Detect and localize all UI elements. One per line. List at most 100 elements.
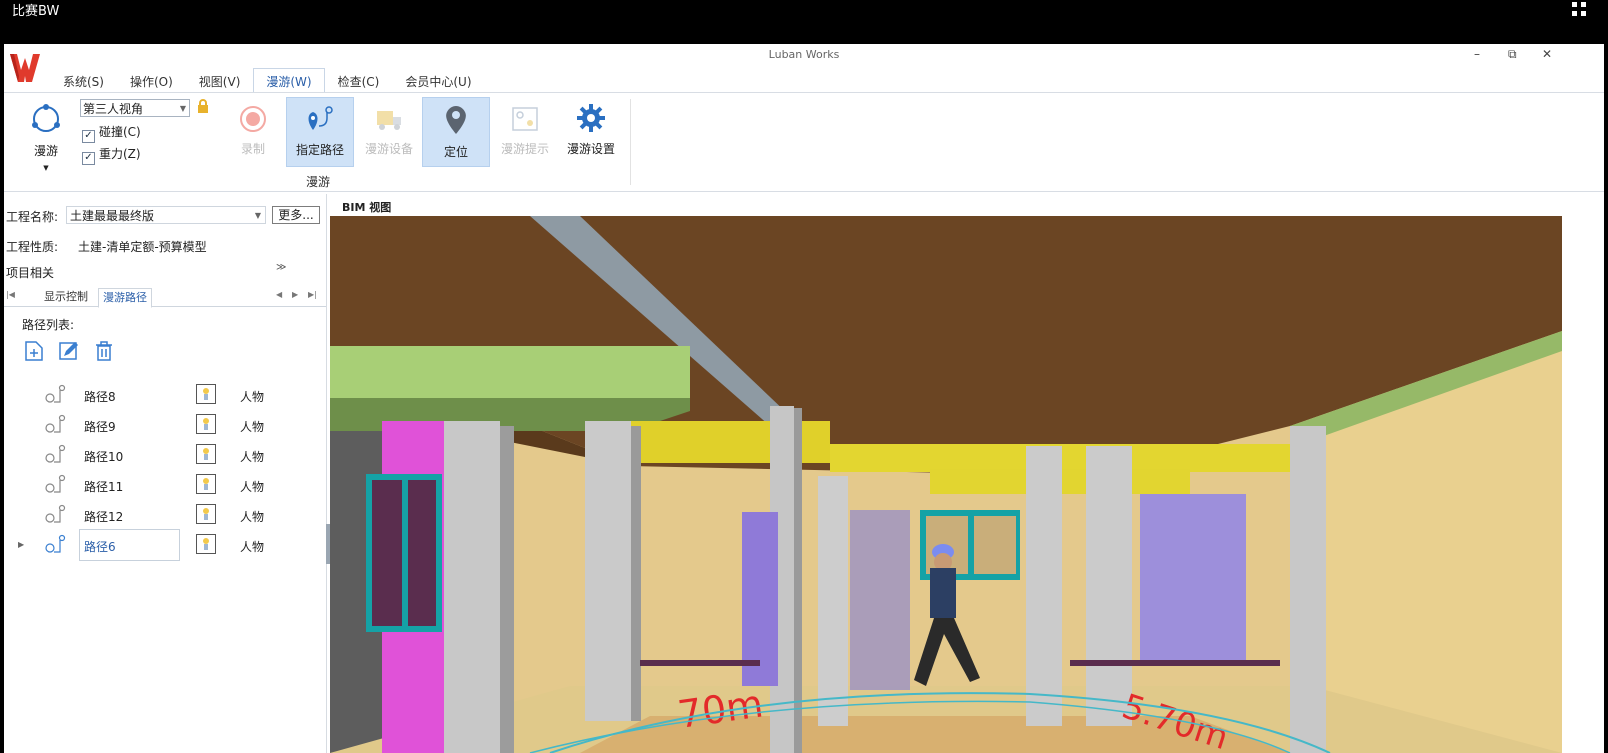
specify-path-label: 指定路径: [295, 143, 344, 157]
path-pin-icon: [44, 534, 66, 556]
last-tab-icon[interactable]: ▶|: [308, 290, 317, 299]
roam-device-label: 漫游设备: [364, 142, 413, 156]
restore-button[interactable]: ⧉: [1508, 47, 1517, 62]
menu-member-center[interactable]: 会员中心(U): [392, 68, 484, 94]
tab-display-control[interactable]: 显示控制: [40, 288, 92, 306]
path-list-label: 路径列表:: [22, 318, 75, 332]
truck-icon: [356, 105, 422, 136]
roam-prompt-button[interactable]: 漫游提示: [492, 97, 558, 165]
path-pin-icon: [44, 444, 66, 466]
project-name-select[interactable]: 土建最最最终版 ▼: [66, 206, 266, 224]
person-type-icon[interactable]: [196, 504, 216, 524]
os-title: 比赛BW: [12, 4, 60, 19]
path-type: 人物: [240, 540, 265, 554]
gravity-checkbox[interactable]: ✓ 重力(Z): [82, 145, 141, 165]
path-row[interactable]: 路径8 人物: [4, 382, 324, 408]
path-type: 人物: [240, 420, 265, 434]
path-row[interactable]: 路径12 人物: [4, 502, 324, 528]
project-type-value: 土建-清单定额-预算模型: [78, 240, 207, 254]
collapse-chevron-icon[interactable]: ≫: [276, 262, 286, 273]
close-button[interactable]: ✕: [1542, 47, 1552, 61]
prev-tab-icon[interactable]: ◀: [276, 290, 282, 299]
roam-settings-button[interactable]: 漫游设置: [558, 97, 624, 165]
menu-view[interactable]: 视图(V): [186, 68, 254, 94]
view-mode-value: 第三人视角: [83, 102, 144, 116]
path-pin-icon: [44, 504, 66, 526]
path-pin-icon: [287, 106, 353, 137]
menu-check[interactable]: 检查(C): [325, 68, 393, 94]
roam-device-button[interactable]: 漫游设备: [356, 97, 422, 165]
next-tab-icon[interactable]: ▶: [292, 290, 298, 299]
expand-arrow-icon[interactable]: ▶: [18, 540, 24, 549]
record-label: 录制: [240, 142, 265, 156]
collision-checkbox[interactable]: ✓ 碰撞(C): [82, 123, 141, 143]
roam-label: 漫游: [33, 144, 58, 158]
path-name: 路径10: [84, 450, 124, 464]
menu-operation[interactable]: 操作(O): [117, 68, 186, 94]
bim-view-header: BIM 视图: [330, 194, 1604, 216]
person-type-icon[interactable]: [196, 414, 216, 434]
bim-view-title: BIM 视图: [342, 201, 392, 214]
roam-icon: [30, 104, 62, 138]
collision-label: 碰撞(C): [99, 125, 141, 139]
path-map-icon: [492, 105, 558, 136]
app-window: Luban Works – ⧉ ✕ 系统(S) 操作(O) 视图(V) 漫游(W…: [4, 44, 1604, 753]
checkmark-icon: ✓: [82, 130, 95, 143]
roam-settings-label: 漫游设置: [566, 142, 615, 156]
exit-fullscreen-icon[interactable]: [1572, 2, 1588, 16]
ribbon-group-label: 漫游: [306, 175, 331, 189]
edit-path-icon[interactable]: [58, 340, 80, 365]
app-logo-icon: [8, 50, 42, 84]
person-type-icon[interactable]: [196, 444, 216, 464]
more-button[interactable]: 更多...: [272, 206, 320, 224]
path-row[interactable]: 路径9 人物: [4, 412, 324, 438]
panel-tabs: |◀ 显示控制 漫游路径 ◀ ▶ ▶|: [4, 286, 326, 308]
left-panel: 工程名称: 土建最最最终版 ▼ 更多... 工程性质: 土建-清单定额-预算模型…: [4, 194, 327, 753]
window-title: Luban Works: [768, 48, 840, 61]
gear-icon: [558, 103, 624, 136]
minimize-button[interactable]: –: [1474, 47, 1480, 61]
project-name-label: 工程名称:: [6, 210, 59, 224]
record-icon: [220, 105, 286, 136]
project-type-label: 工程性质:: [6, 240, 59, 254]
menu-bar: 系统(S) 操作(O) 视图(V) 漫游(W) 检查(C) 会员中心(U): [50, 68, 485, 94]
path-pin-icon: [44, 384, 66, 406]
roam-prompt-label: 漫游提示: [500, 142, 549, 156]
locate-label: 定位: [443, 145, 468, 159]
path-row-selected[interactable]: ▶ 路径6 人物: [4, 529, 324, 561]
path-pin-icon: [44, 474, 66, 496]
checkmark-icon: ✓: [82, 152, 95, 165]
path-name: 路径8: [84, 390, 116, 404]
path-row[interactable]: 路径10 人物: [4, 442, 324, 468]
path-type: 人物: [240, 510, 265, 524]
person-type-icon[interactable]: [196, 534, 216, 554]
path-type: 人物: [240, 450, 265, 464]
path-pin-icon: [44, 414, 66, 436]
view-mode-select[interactable]: 第三人视角 ▼: [80, 99, 190, 117]
specify-path-button[interactable]: 指定路径: [286, 97, 354, 167]
path-type: 人物: [240, 390, 265, 404]
lock-icon[interactable]: [196, 99, 210, 113]
person-type-icon[interactable]: [196, 474, 216, 494]
roam-button[interactable]: 漫游 ▼: [24, 103, 68, 173]
person-type-icon[interactable]: [196, 384, 216, 404]
gravity-label: 重力(Z): [99, 147, 141, 161]
path-type: 人物: [240, 480, 265, 494]
menu-system[interactable]: 系统(S): [50, 68, 117, 94]
locate-button[interactable]: 定位: [422, 97, 490, 167]
path-name: 路径11: [84, 480, 124, 494]
record-button[interactable]: 录制: [220, 97, 286, 165]
delete-path-icon[interactable]: [94, 340, 114, 365]
menu-roam[interactable]: 漫游(W): [253, 68, 325, 94]
chevron-down-icon: ▼: [179, 104, 186, 113]
chevron-down-icon: ▼: [43, 164, 49, 172]
bim-3d-viewport[interactable]: 70m 5.70m: [330, 216, 1562, 753]
project-name-value: 土建最最最终版: [70, 209, 155, 223]
add-path-icon[interactable]: [24, 340, 44, 365]
first-tab-icon[interactable]: |◀: [6, 290, 15, 299]
tab-roam-path[interactable]: 漫游路径: [98, 288, 152, 308]
path-name: 路径9: [84, 420, 116, 434]
os-title-bar: 比赛BW: [0, 0, 1608, 44]
path-row[interactable]: 路径11 人物: [4, 472, 324, 498]
scene-render: 70m 5.70m: [330, 216, 1562, 753]
